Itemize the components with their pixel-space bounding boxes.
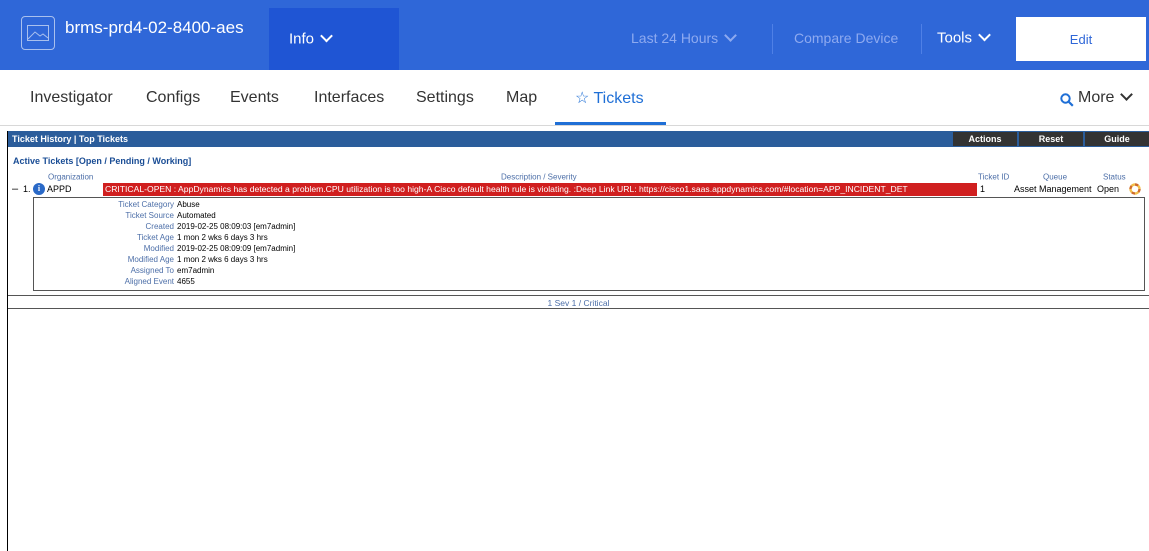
ticket-description[interactable]: CRITICAL-OPEN : AppDynamics has detected… <box>103 183 977 196</box>
panel-header: Ticket History | Top Tickets Actions Res… <box>8 131 1149 147</box>
actions-button[interactable]: Actions <box>953 132 1017 146</box>
tab-settings[interactable]: Settings <box>416 89 474 107</box>
tab-events[interactable]: Events <box>230 89 279 107</box>
tab-configs[interactable]: Configs <box>146 89 200 107</box>
column-description[interactable]: Description / Severity <box>501 173 577 182</box>
detail-value: Automated <box>177 211 216 220</box>
edit-button[interactable]: Edit <box>1016 17 1146 61</box>
time-range-label: Last 24 Hours <box>631 30 719 46</box>
info-label: Info <box>289 30 315 48</box>
chevron-down-icon <box>978 28 991 42</box>
more-dropdown[interactable]: More <box>1078 88 1134 107</box>
detail-label: Aligned Event <box>124 277 174 286</box>
row-organization[interactable]: APPD <box>47 184 72 194</box>
severity-summary: 1 Sev 1 / Critical <box>8 295 1149 309</box>
image-icon <box>21 16 55 50</box>
detail-label: Ticket Category <box>118 200 174 209</box>
tab-tickets[interactable]: ☆ Tickets <box>575 88 644 108</box>
ticket-details: Ticket Category Abuse Ticket Source Auto… <box>33 197 1145 291</box>
star-icon: ☆ <box>575 90 590 107</box>
info-icon[interactable]: i <box>33 183 45 195</box>
tab-investigator[interactable]: Investigator <box>30 89 113 107</box>
detail-label: Assigned To <box>130 266 174 275</box>
ticket-queue: Asset Management <box>1014 184 1092 194</box>
info-dropdown[interactable]: Info <box>269 8 399 70</box>
ticket-id: 1 <box>980 184 986 194</box>
device-nav: Investigator Configs Events Interfaces S… <box>0 70 1149 126</box>
column-organization[interactable]: Organization <box>48 173 93 182</box>
detail-label: Ticket Age <box>136 233 174 242</box>
detail-value: Abuse <box>177 200 200 209</box>
chevron-down-icon <box>724 29 738 42</box>
lifering-icon[interactable] <box>1129 183 1141 195</box>
detail-value: 2019-02-25 08:09:09 [em7admin] <box>177 244 296 253</box>
detail-label: Created <box>145 222 174 231</box>
column-status[interactable]: Status <box>1103 173 1126 182</box>
guide-button[interactable]: Guide <box>1085 132 1149 146</box>
reset-button[interactable]: Reset <box>1019 132 1083 146</box>
top-bar: brms-prd4-02-8400-aes Info Last 24 Hours… <box>0 0 1149 70</box>
tools-label: Tools <box>937 29 973 47</box>
panel-title[interactable]: Ticket History | Top Tickets <box>12 134 128 144</box>
divider <box>772 24 773 54</box>
detail-value: 1 mon 2 wks 6 days 3 hrs <box>177 233 268 242</box>
column-queue[interactable]: Queue <box>1043 173 1067 182</box>
detail-value: em7admin <box>177 266 215 275</box>
ticket-status: Open <box>1097 184 1120 194</box>
device-name: brms-prd4-02-8400-aes <box>65 18 244 37</box>
active-tab-indicator <box>555 122 666 125</box>
detail-value: 2019-02-25 08:09:03 [em7admin] <box>177 222 296 231</box>
detail-label: Modified Age <box>127 255 174 264</box>
tab-interfaces[interactable]: Interfaces <box>314 89 384 107</box>
column-ticket-id[interactable]: Ticket ID <box>978 173 1009 182</box>
chevron-down-icon <box>1120 88 1134 101</box>
compare-device-button[interactable]: Compare Device <box>794 30 898 46</box>
detail-value: 1 mon 2 wks 6 days 3 hrs <box>177 255 268 264</box>
divider <box>921 24 922 54</box>
ticket-panel: Ticket History | Top Tickets Actions Res… <box>7 131 1149 551</box>
tools-dropdown[interactable]: Tools <box>937 28 991 47</box>
tab-tickets-label: Tickets <box>593 90 644 107</box>
row-number: 1. <box>23 184 31 194</box>
search-icon[interactable] <box>1060 93 1074 107</box>
detail-label: Ticket Source <box>125 211 174 220</box>
detail-label: Modified <box>143 244 174 253</box>
time-range-dropdown[interactable]: Last 24 Hours <box>631 29 738 46</box>
section-title: Active Tickets [Open / Pending / Working… <box>13 156 192 166</box>
collapse-toggle[interactable]: – <box>12 183 18 195</box>
detail-value: 4655 <box>177 277 195 286</box>
tab-map[interactable]: Map <box>506 89 537 107</box>
more-label: More <box>1078 89 1115 106</box>
chevron-down-icon <box>320 29 333 43</box>
